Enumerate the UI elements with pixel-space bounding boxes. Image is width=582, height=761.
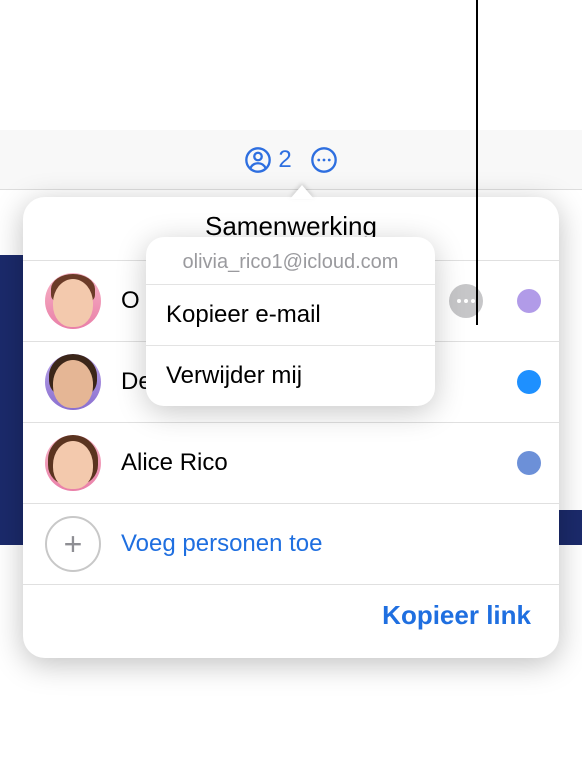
more-toolbar-button[interactable] [310,146,338,174]
remove-me-item[interactable]: Verwijder mij [146,345,435,406]
popover-pointer [290,185,314,199]
collaborator-name: Alice Rico [121,449,483,477]
collaborator-row[interactable]: Alice Rico [23,422,559,503]
add-people-label: Voeg personen toe [121,530,541,558]
add-people-row[interactable]: + Voeg personen toe [23,503,559,584]
context-popover: olivia_rico1@icloud.com Kopieer e-mail V… [146,237,435,406]
color-dot [517,370,541,394]
plus-icon: + [45,516,101,572]
avatar [45,435,101,491]
collaborators-toolbar-button[interactable]: 2 [244,146,291,174]
panel-footer: Kopieer link [23,584,559,658]
collaborator-count: 2 [278,146,291,174]
ellipsis-circle-icon [310,146,338,174]
color-dot [517,289,541,313]
callout-line [476,0,478,325]
toolbar: 2 [0,130,582,190]
avatar [45,273,101,329]
avatar [45,354,101,410]
person-icon [244,146,272,174]
popover-email: olivia_rico1@icloud.com [146,237,435,284]
copy-email-item[interactable]: Kopieer e-mail [146,284,435,345]
copy-link-button[interactable]: Kopieer link [376,599,537,632]
color-dot [517,451,541,475]
